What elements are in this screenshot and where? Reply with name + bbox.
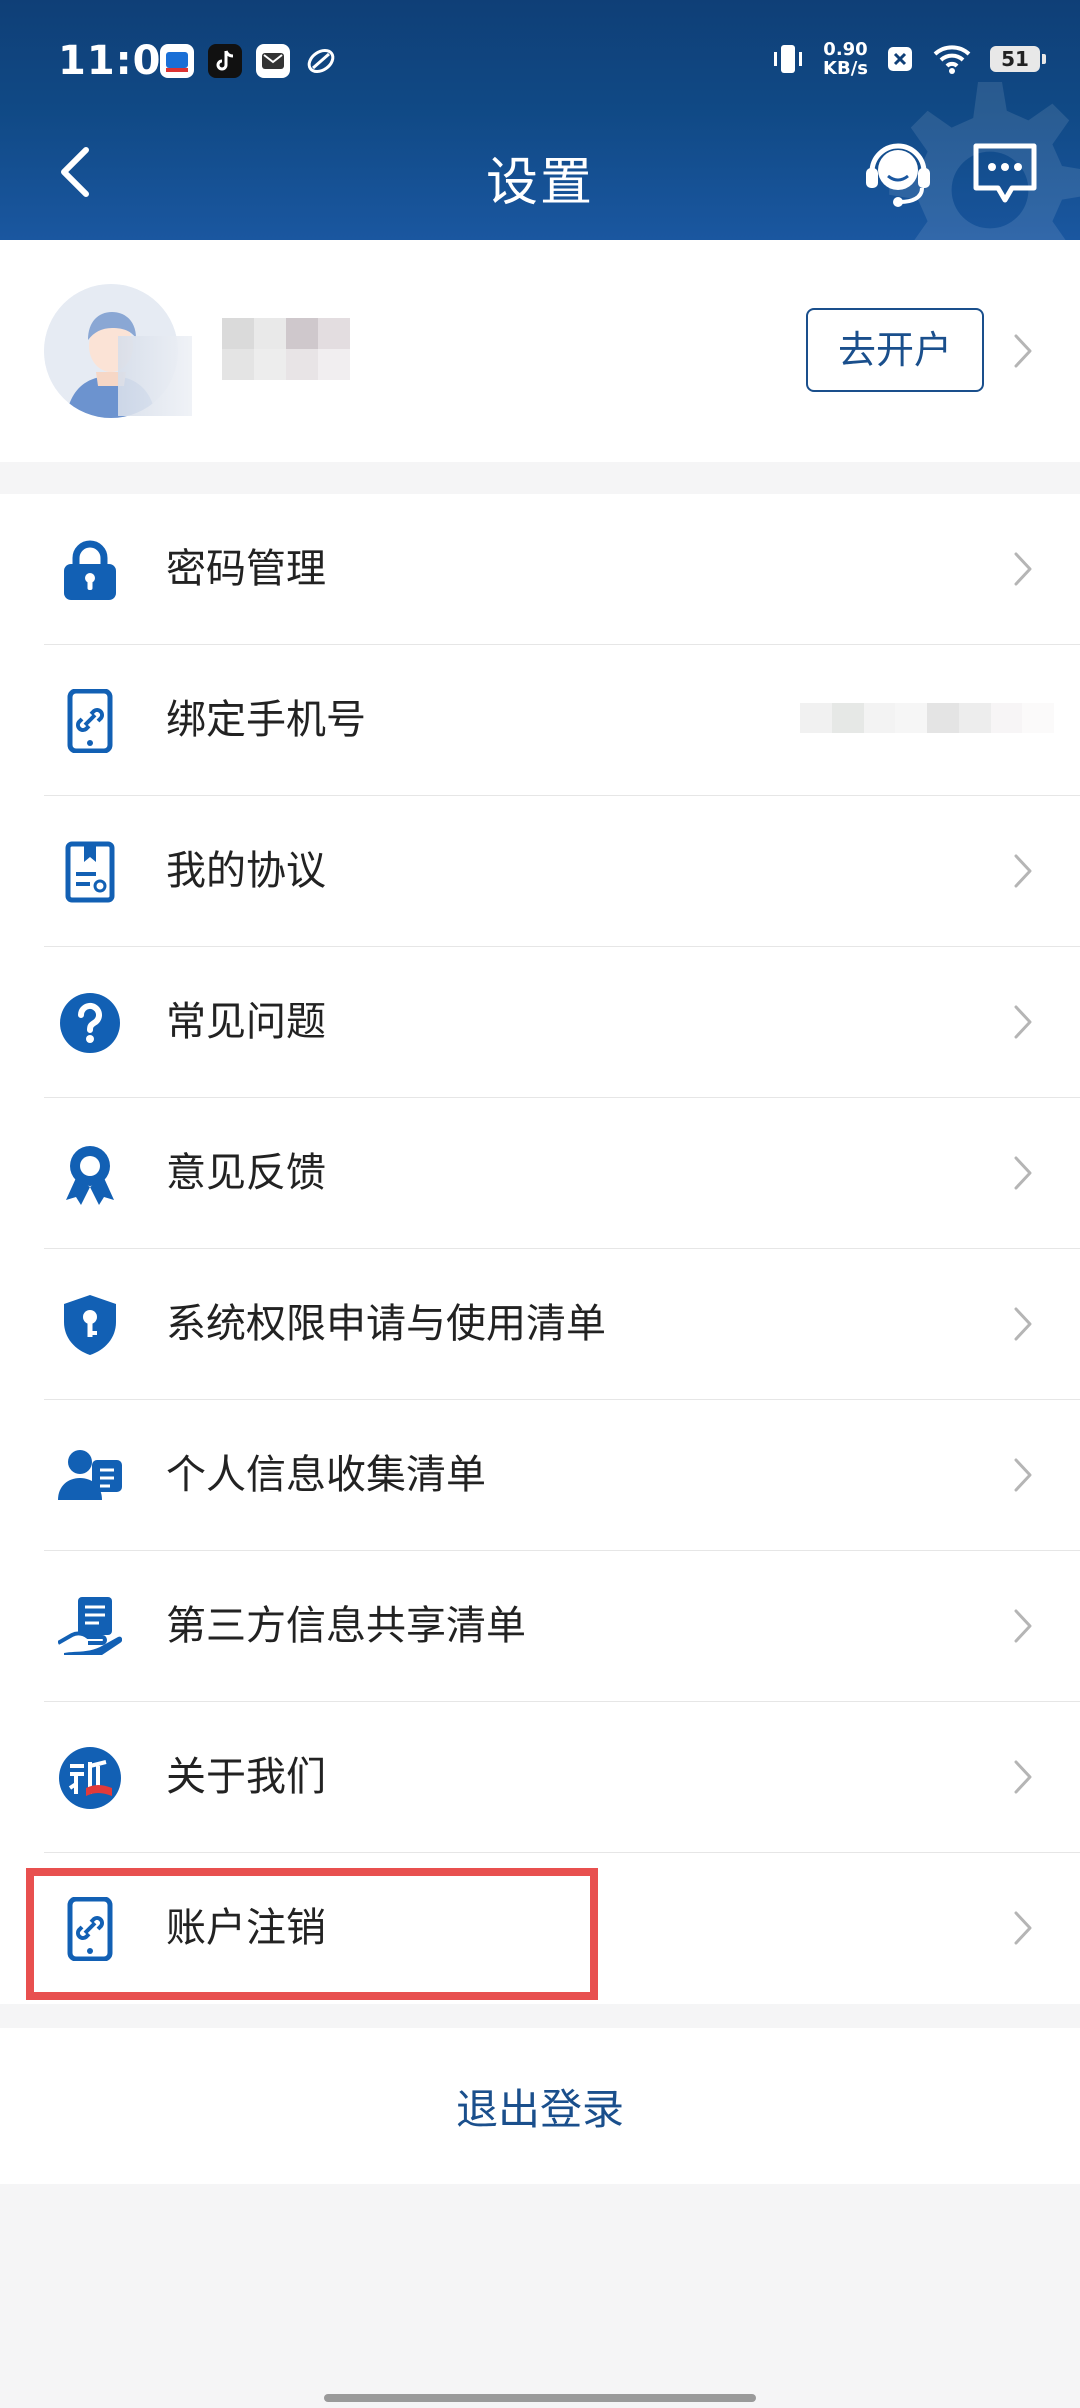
chevron-right-icon	[1014, 1458, 1032, 1492]
chevron-right-icon	[1014, 1760, 1032, 1794]
chevron-right-icon	[1014, 1156, 1032, 1190]
top-bar: 11:01 0.90 KB/s 51 设置	[0, 0, 1080, 240]
avatar-redaction	[118, 336, 192, 416]
settings-item-label: 我的协议	[166, 848, 326, 894]
question-icon	[60, 993, 120, 1053]
award-ribbon-icon	[66, 1146, 114, 1205]
brand-logo-icon	[59, 1747, 121, 1809]
phone-number-redacted	[800, 703, 1054, 733]
customer-service-icon[interactable]	[862, 136, 934, 208]
user-card-icon	[58, 1450, 122, 1500]
settings-item-label: 系统权限申请与使用清单	[166, 1301, 606, 1347]
mail-notification-icon	[256, 44, 290, 78]
logout-button[interactable]: 退出登录	[0, 2076, 1080, 2137]
settings-item-faq[interactable]: 常见问题	[0, 947, 1080, 1098]
message-icon[interactable]	[970, 140, 1040, 206]
highlight-box	[26, 1868, 598, 2000]
shield-key-icon	[64, 1295, 116, 1355]
chevron-right-icon	[1014, 1307, 1032, 1341]
tiktok-icon	[208, 44, 242, 78]
settings-item-feedback[interactable]: 意见反馈	[0, 1098, 1080, 1249]
battery-indicator: 51	[990, 46, 1046, 72]
leaf-notification-icon	[304, 44, 338, 78]
settings-item-personal-info-collection[interactable]: 个人信息收集清单	[0, 1400, 1080, 1551]
network-speed-unit: KB/s	[823, 58, 868, 79]
settings-item-label: 第三方信息共享清单	[166, 1603, 526, 1649]
chevron-right-icon	[1014, 334, 1032, 368]
settings-screen: 11:01 0.90 KB/s 51 设置 去开户 密码管理 绑定手机号 我的协…	[0, 0, 1080, 2408]
settings-item-third-party-sharing[interactable]: 第三方信息共享清单	[0, 1551, 1080, 1702]
chevron-right-icon	[1014, 552, 1032, 586]
settings-item-label: 关于我们	[166, 1754, 326, 1800]
wifi-icon	[933, 45, 971, 74]
app-notification-icon	[160, 44, 194, 78]
notification-icons	[160, 44, 338, 78]
settings-item-bind-phone[interactable]: 绑定手机号	[0, 645, 1080, 796]
settings-item-label: 常见问题	[166, 999, 326, 1045]
hand-document-icon	[58, 1597, 122, 1655]
chevron-right-icon	[1014, 1005, 1032, 1039]
no-sim-icon	[888, 47, 912, 71]
vibrate-icon	[774, 45, 803, 73]
network-speed-value: 0.90	[823, 39, 868, 60]
chevron-right-icon	[1014, 1911, 1032, 1945]
settings-item-label: 意见反馈	[166, 1150, 326, 1196]
settings-item-label: 个人信息收集清单	[166, 1452, 486, 1498]
lock-icon	[64, 540, 116, 600]
home-indicator[interactable]	[324, 2394, 756, 2402]
settings-item-label: 密码管理	[166, 546, 326, 592]
settings-item-system-permissions[interactable]: 系统权限申请与使用清单	[0, 1249, 1080, 1400]
logout-section: 退出登录	[0, 2028, 1080, 2184]
settings-item-password[interactable]: 密码管理	[0, 494, 1080, 645]
chevron-right-icon	[1014, 1609, 1032, 1643]
settings-item-label: 绑定手机号	[166, 697, 366, 743]
settings-item-my-agreements[interactable]: 我的协议	[0, 796, 1080, 947]
settings-item-about-us[interactable]: 关于我们	[0, 1702, 1080, 1853]
profile-card[interactable]: 去开户	[0, 240, 1080, 462]
system-status-icons: 0.90 KB/s 51	[771, 40, 1046, 78]
phone-link-icon	[67, 689, 113, 753]
agreement-icon	[65, 841, 115, 903]
chevron-right-icon	[1014, 854, 1032, 888]
open-account-button[interactable]: 去开户	[806, 308, 984, 392]
settings-list: 密码管理 绑定手机号 我的协议 常见问题 意见反馈 系统权限申请与使用清单 个人…	[0, 494, 1080, 2004]
username-redacted	[222, 318, 352, 380]
network-speed: 0.90 KB/s	[823, 40, 868, 78]
